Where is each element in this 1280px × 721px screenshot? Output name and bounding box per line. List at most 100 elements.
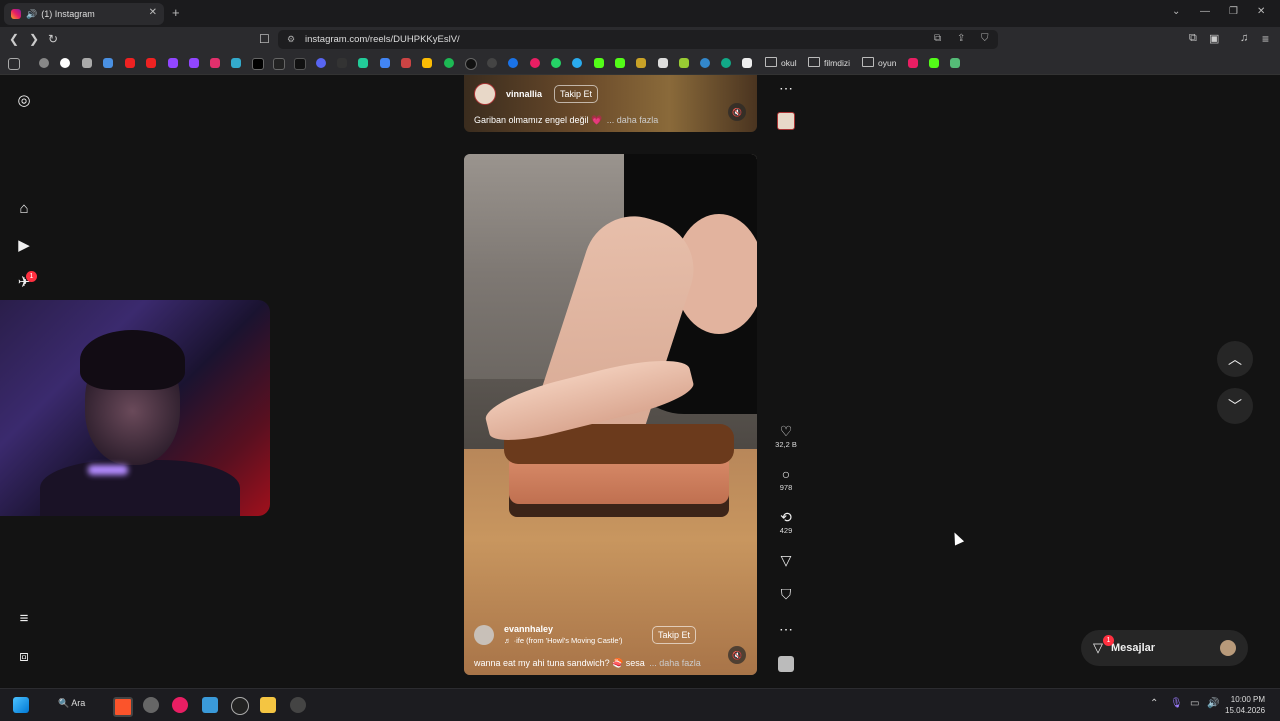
- brave-browser-icon[interactable]: [113, 697, 133, 717]
- back-icon[interactable]: ❮: [9, 32, 19, 46]
- youtube-icon[interactable]: [125, 58, 135, 68]
- start-icon[interactable]: [13, 697, 29, 713]
- app-icon[interactable]: [172, 697, 188, 713]
- reload-icon[interactable]: ↻: [48, 32, 58, 46]
- telegram-icon[interactable]: [572, 58, 582, 68]
- bookmark-icon[interactable]: [103, 58, 113, 68]
- more-menu-icon[interactable]: ≡: [14, 608, 34, 628]
- taskbar-search[interactable]: 🔍 Ara: [58, 698, 85, 709]
- kick-icon[interactable]: [594, 58, 604, 68]
- x-icon[interactable]: [252, 58, 264, 70]
- close-window-icon[interactable]: ✕: [1257, 6, 1265, 17]
- file-explorer-icon[interactable]: [260, 697, 276, 713]
- save-button[interactable]: ⛉: [770, 586, 802, 602]
- apps-grid-icon[interactable]: [8, 58, 20, 70]
- tab-instagram[interactable]: 🔊 (1) Instagram ✕: [4, 3, 164, 25]
- new-tab-icon[interactable]: +: [172, 5, 180, 20]
- reel-video[interactable]: evannhaley ♬ ·ife (from 'Howl's Moving C…: [464, 154, 757, 675]
- previous-reel-button[interactable]: ︿: [1217, 341, 1253, 377]
- spotify-icon[interactable]: [444, 58, 454, 68]
- bookmark-icon[interactable]: [721, 58, 731, 68]
- reel-audio-thumbnail[interactable]: [770, 656, 802, 672]
- bookmark-icon[interactable]: [742, 58, 752, 68]
- close-tab-icon[interactable]: ✕: [149, 7, 157, 18]
- app-icon[interactable]: [143, 697, 159, 713]
- share-button[interactable]: ▽: [770, 552, 802, 568]
- bookmark-folder-okul[interactable]: okul: [765, 57, 797, 68]
- avatar[interactable]: [474, 624, 494, 645]
- follow-button[interactable]: Takip Et: [554, 85, 599, 103]
- reels-icon[interactable]: ▶: [14, 235, 34, 255]
- bookmark-icon[interactable]: [358, 58, 368, 68]
- twitch-icon[interactable]: [168, 58, 178, 68]
- tab-list-chevron-icon[interactable]: ⌄: [1172, 6, 1180, 17]
- instagram-logo-icon[interactable]: ◎: [14, 90, 34, 110]
- twitch-icon[interactable]: [189, 58, 199, 68]
- menu-icon[interactable]: ≡: [1262, 32, 1269, 46]
- address-bar[interactable]: ⚙ instagram.com/reels/DUHPKKyEslV/ ⧉ ⇪ ⛉: [278, 30, 998, 49]
- capcut-icon[interactable]: [337, 58, 347, 68]
- bookmark-page-icon[interactable]: ☐: [259, 32, 270, 46]
- threads-icon[interactable]: [273, 58, 285, 70]
- more-options-button[interactable]: ⋯: [770, 621, 802, 637]
- speaker-icon[interactable]: 🔊: [26, 9, 37, 20]
- taskbar-clock[interactable]: 10:00 PM 15.04.2026: [1225, 694, 1265, 716]
- history-icon[interactable]: [39, 58, 49, 68]
- discord-icon[interactable]: [316, 58, 326, 68]
- google-drive-icon[interactable]: [422, 58, 432, 68]
- network-icon[interactable]: ▭: [1190, 698, 1199, 709]
- open-external-icon[interactable]: ⧉: [934, 33, 941, 44]
- maximize-icon[interactable]: ❐: [1229, 6, 1238, 17]
- extensions-icon[interactable]: ⧉: [1189, 32, 1197, 45]
- minimize-icon[interactable]: —: [1200, 6, 1210, 17]
- google-icon[interactable]: [60, 58, 70, 68]
- messages-button[interactable]: ▽ 1 Mesajlar: [1081, 630, 1248, 666]
- avatar[interactable]: [474, 83, 496, 105]
- reel-previous[interactable]: vinnallia Takip Et Gariban olmamız engel…: [464, 75, 757, 132]
- reel-audio[interactable]: ♬ ·ife (from 'Howl's Moving Castle'): [504, 636, 644, 645]
- more-link[interactable]: ... daha fazla: [649, 658, 701, 668]
- reel-previous-more-icon[interactable]: ⋯: [770, 80, 802, 96]
- tray-chevron-up-icon[interactable]: ⌃: [1150, 698, 1158, 709]
- bookmark-icon[interactable]: [465, 58, 477, 70]
- repost-button[interactable]: ⟲ 429: [770, 509, 802, 535]
- mute-icon[interactable]: 🔇: [728, 646, 746, 664]
- reel-username[interactable]: vinnallia: [506, 89, 542, 99]
- share-icon[interactable]: ⇪: [957, 33, 965, 44]
- bookmark-folder-filmdizi[interactable]: filmdizi: [808, 57, 850, 68]
- tiktok-icon[interactable]: [294, 58, 306, 70]
- like-button[interactable]: ♡ 32,2 B: [770, 423, 802, 449]
- also-from-meta-icon[interactable]: ⧈: [14, 646, 34, 666]
- bookmark-icon[interactable]: [950, 58, 960, 68]
- photos-icon[interactable]: [202, 697, 218, 713]
- volume-icon[interactable]: 🔊: [1207, 698, 1219, 709]
- bookmark-folder-oyun[interactable]: oyun: [862, 57, 896, 68]
- microphone-icon[interactable]: 🎙: [1170, 698, 1183, 709]
- bookmark-icon[interactable]: [908, 58, 918, 68]
- kick-icon[interactable]: [929, 58, 939, 68]
- bookmark-icon[interactable]: [679, 58, 689, 68]
- whatsapp-icon[interactable]: [551, 58, 561, 68]
- more-link[interactable]: ... daha fazla: [607, 115, 659, 125]
- bookmark-icon[interactable]: [487, 58, 497, 68]
- instagram-icon[interactable]: [210, 58, 220, 68]
- bookmark-icon[interactable]: [82, 58, 92, 68]
- youtube-icon[interactable]: [146, 58, 156, 68]
- site-info-icon[interactable]: ⚙: [287, 34, 295, 45]
- media-icon[interactable]: ♫: [1240, 32, 1248, 44]
- translate-icon[interactable]: [380, 58, 390, 68]
- brave-shield-icon[interactable]: ⛉: [981, 33, 989, 44]
- wallet-icon[interactable]: ▣: [1209, 32, 1219, 45]
- comment-button[interactable]: ○ 978: [770, 466, 802, 492]
- bookmark-icon[interactable]: [231, 58, 241, 68]
- bookmark-icon[interactable]: [636, 58, 646, 68]
- reel-previous-audio-icon[interactable]: [770, 112, 802, 130]
- mute-icon[interactable]: 🔇: [728, 103, 746, 121]
- home-icon[interactable]: ⌂: [14, 198, 34, 218]
- reel-username[interactable]: evannhaley: [504, 624, 644, 634]
- follow-button[interactable]: Takip Et: [652, 625, 697, 644]
- bookmark-icon[interactable]: [401, 58, 411, 68]
- bookmark-icon[interactable]: [700, 58, 710, 68]
- app-icon[interactable]: [231, 697, 249, 715]
- bookmark-icon[interactable]: [508, 58, 518, 68]
